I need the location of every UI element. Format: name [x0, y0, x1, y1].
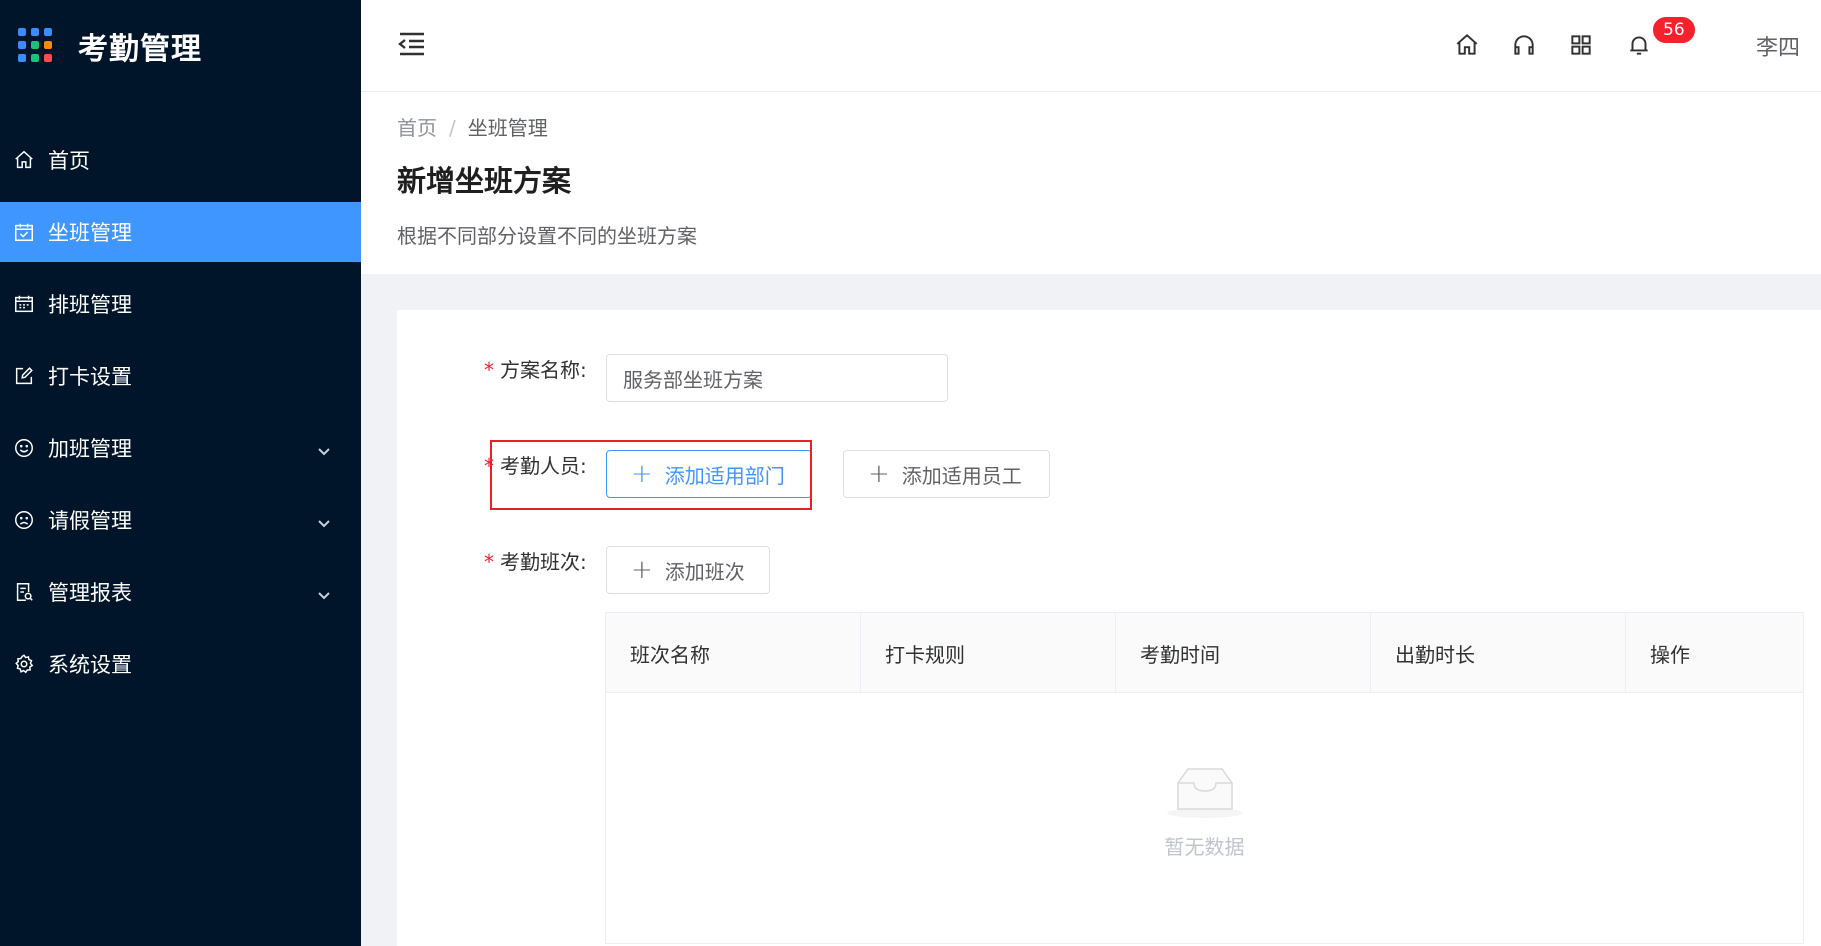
sidebar-item-clock-in-settings[interactable]: 打卡设置: [0, 346, 361, 406]
column-header: 考勤时间: [1116, 613, 1371, 693]
required-mark: *: [484, 358, 494, 382]
empty-text: 暂无数据: [1164, 835, 1245, 859]
column-header: 班次名称: [606, 613, 861, 693]
breadcrumb-separator: /: [449, 116, 456, 140]
plus-icon: +: [631, 555, 653, 585]
plan-name-label-text: 方案名称:: [500, 358, 587, 382]
smile-icon: [12, 436, 36, 460]
apps-grid-icon[interactable]: [1568, 32, 1596, 60]
top-header: 56 李四: [361, 0, 1821, 92]
add-shift-label: 添加班次: [664, 559, 745, 584]
home-icon: [12, 148, 36, 172]
column-header: 打卡规则: [861, 613, 1116, 693]
plan-name-row: * 方案名称:: [484, 354, 587, 383]
page-title: 新增坐班方案: [397, 164, 572, 198]
sidebar-item-label: 打卡设置: [48, 365, 132, 389]
page-header: 首页 / 坐班管理 新增坐班方案 根据不同部分设置不同的坐班方案: [361, 92, 1821, 274]
headset-icon[interactable]: [1511, 32, 1539, 60]
notification-badge: 56: [1651, 15, 1697, 45]
column-header: 出勤时长: [1371, 613, 1626, 693]
app-title: 考勤管理: [78, 32, 202, 67]
report-icon: [12, 580, 36, 604]
breadcrumb-home[interactable]: 首页: [397, 116, 437, 140]
sidebar-item-label: 系统设置: [48, 653, 132, 677]
sidebar-item-label: 管理报表: [48, 581, 132, 605]
menu-collapse-icon[interactable]: [397, 30, 429, 60]
frown-icon: [12, 508, 36, 532]
shift-label-text: 考勤班次:: [500, 550, 587, 574]
empty-inbox-icon: [1164, 768, 1246, 823]
chevron-down-icon: [317, 512, 331, 536]
required-mark: *: [484, 550, 494, 574]
breadcrumb-current: 坐班管理: [467, 116, 548, 140]
edit-icon: [12, 364, 36, 388]
empty-state: 暂无数据: [606, 763, 1803, 860]
table-header: 班次名称 打卡规则 考勤时间 出勤时长 操作: [606, 613, 1803, 693]
plan-name-label: * 方案名称:: [484, 354, 587, 383]
add-employee-label: 添加适用员工: [901, 463, 1022, 488]
chevron-down-icon: [317, 584, 331, 608]
sidebar-item-label: 坐班管理: [48, 221, 132, 245]
home-icon[interactable]: [1454, 32, 1482, 60]
sidebar-item-system-settings[interactable]: 系统设置: [0, 634, 361, 694]
app-grid-icon: [18, 28, 54, 64]
plan-name-input[interactable]: 服务部坐班方案: [606, 354, 948, 402]
sidebar-item-leave[interactable]: 请假管理: [0, 490, 361, 550]
sidebar-item-overtime[interactable]: 加班管理: [0, 418, 361, 478]
column-header: 操作: [1650, 642, 1690, 667]
schedule-icon: [12, 292, 36, 316]
breadcrumb: 首页 / 坐班管理: [397, 112, 548, 141]
plus-icon: +: [868, 459, 890, 489]
shift-table: 班次名称 打卡规则 考勤时间 出勤时长 操作 暂无数据: [605, 612, 1804, 944]
sidebar-item-reports[interactable]: 管理报表: [0, 562, 361, 622]
sidebar-item-home[interactable]: 首页: [0, 130, 361, 190]
logo: 考勤管理: [0, 0, 361, 92]
shift-label: * 考勤班次:: [484, 546, 587, 575]
sidebar-item-label: 首页: [48, 149, 90, 173]
sidebar-item-label: 请假管理: [48, 509, 132, 533]
sidebar: 考勤管理 首页 坐班管理 排班管理 打卡设置 加班管理 请假管理 管理报表 系统…: [0, 0, 361, 946]
highlight-annotation-box: [490, 440, 812, 510]
gear-icon: [12, 652, 36, 676]
add-shift-button[interactable]: + 添加班次: [606, 546, 770, 594]
sidebar-item-office-shift[interactable]: 坐班管理: [0, 202, 361, 262]
sidebar-item-scheduling[interactable]: 排班管理: [0, 274, 361, 334]
shift-row: * 考勤班次:: [484, 546, 587, 575]
calendar-check-icon: [12, 220, 36, 244]
bell-icon[interactable]: [1626, 32, 1654, 60]
add-employee-button[interactable]: + 添加适用员工: [843, 450, 1050, 498]
user-name[interactable]: 李四: [1756, 30, 1800, 62]
sidebar-item-label: 排班管理: [48, 293, 132, 317]
sidebar-menu: 首页 坐班管理 排班管理 打卡设置 加班管理 请假管理 管理报表 系统设置: [0, 130, 361, 694]
page-description: 根据不同部分设置不同的坐班方案: [397, 224, 697, 248]
sidebar-item-label: 加班管理: [48, 437, 132, 461]
chevron-down-icon: [317, 440, 331, 464]
